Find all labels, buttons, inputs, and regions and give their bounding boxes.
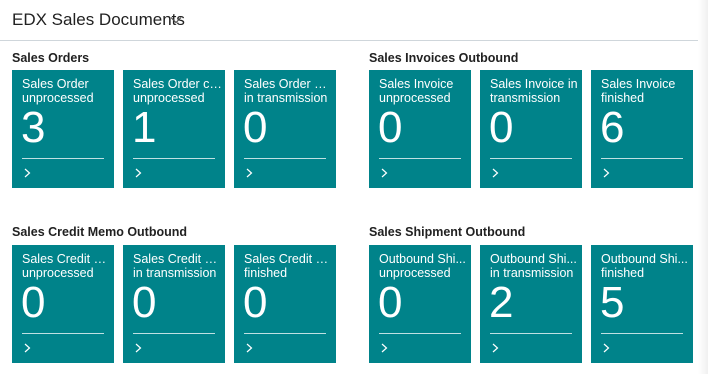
tile-outbound-shipment-unprocessed[interactable]: Outbound Shi... unprocessed 0 — [369, 245, 471, 363]
tile-outbound-shipment-in-transmission[interactable]: Outbound Shi... in transmission 2 — [480, 245, 582, 363]
tile-outbound-shipment-finished[interactable]: Outbound Shi... finished 5 — [591, 245, 693, 363]
chevron-right-icon[interactable] — [22, 166, 34, 180]
tile-label: Sales Credit M... finished — [244, 252, 334, 280]
tile-divider — [22, 333, 104, 334]
chevron-right-icon[interactable] — [601, 341, 613, 355]
chevron-right-icon[interactable] — [244, 341, 256, 355]
tile-value: 0 — [21, 278, 46, 327]
tile-divider — [133, 333, 215, 334]
tile-value: 0 — [243, 103, 268, 152]
tile-divider — [601, 333, 683, 334]
tile-label: Sales Credit M... in transmission — [133, 252, 223, 280]
tile-sales-order-change-unprocessed[interactable]: Sales Order ch... unprocessed 1 — [123, 70, 225, 188]
chevron-down-icon[interactable] — [169, 13, 183, 27]
tile-divider — [244, 333, 326, 334]
tile-sales-order-confirmation-in-transmission[interactable]: Sales Order Co... in transmission 0 — [234, 70, 336, 188]
page-header: EDX Sales Documents — [0, 0, 698, 41]
chevron-right-icon[interactable] — [133, 341, 145, 355]
group-title-sales-orders: Sales Orders — [12, 51, 90, 65]
tile-divider — [379, 158, 461, 159]
tile-sales-credit-memo-finished[interactable]: Sales Credit M... finished 0 — [234, 245, 336, 363]
tile-divider — [133, 158, 215, 159]
chevron-right-icon[interactable] — [379, 166, 391, 180]
group-title-sales-shipment-outbound: Sales Shipment Outbound — [369, 225, 526, 239]
tile-value: 0 — [243, 278, 268, 327]
tile-sales-order-unprocessed[interactable]: Sales Order unprocessed 3 — [12, 70, 114, 188]
tile-label: Sales Order ch... unprocessed — [133, 77, 223, 105]
tile-label: Sales Invoice in transmission — [490, 77, 578, 105]
tile-label: Outbound Shi... in transmission — [490, 252, 577, 280]
tile-value: 2 — [489, 278, 514, 327]
tile-divider — [244, 158, 326, 159]
chevron-right-icon[interactable] — [244, 166, 256, 180]
chevron-right-icon[interactable] — [490, 166, 502, 180]
tile-value: 1 — [132, 103, 157, 152]
tile-label: Sales Invoice unprocessed — [379, 77, 454, 105]
tile-divider — [379, 333, 461, 334]
tile-divider — [22, 158, 104, 159]
tile-label: Sales Order Co... in transmission — [244, 77, 334, 105]
tile-value: 0 — [489, 103, 514, 152]
tile-label: Sales Invoice finished — [601, 77, 676, 105]
tile-label: Sales Order unprocessed — [22, 77, 94, 105]
tile-sales-credit-memo-unprocessed[interactable]: Sales Credit M... unprocessed 0 — [12, 245, 114, 363]
tile-divider — [490, 333, 572, 334]
tile-sales-invoice-unprocessed[interactable]: Sales Invoice unprocessed 0 — [369, 70, 471, 188]
page-title[interactable]: EDX Sales Documents — [12, 10, 185, 30]
tile-divider — [601, 158, 683, 159]
tile-sales-credit-memo-in-transmission[interactable]: Sales Credit M... in transmission 0 — [123, 245, 225, 363]
tile-label: Sales Credit M... unprocessed — [22, 252, 112, 280]
tile-divider — [490, 158, 572, 159]
tile-label: Outbound Shi... unprocessed — [379, 252, 466, 280]
chevron-right-icon[interactable] — [22, 341, 34, 355]
tile-sales-invoice-in-transmission[interactable]: Sales Invoice in transmission 0 — [480, 70, 582, 188]
group-title-sales-credit-memo-outbound: Sales Credit Memo Outbound — [12, 225, 188, 239]
tile-value: 0 — [378, 103, 403, 152]
tile-label: Outbound Shi... finished — [601, 252, 688, 280]
page-edge-shadow — [698, 0, 708, 374]
tile-value: 6 — [600, 103, 625, 152]
tile-value: 0 — [132, 278, 157, 327]
tile-value: 5 — [600, 278, 625, 327]
tile-sales-invoice-finished[interactable]: Sales Invoice finished 6 — [591, 70, 693, 188]
chevron-right-icon[interactable] — [133, 166, 145, 180]
tile-value: 3 — [21, 103, 46, 152]
tile-value: 0 — [378, 278, 403, 327]
group-title-sales-invoices-outbound: Sales Invoices Outbound — [369, 51, 519, 65]
chevron-right-icon[interactable] — [601, 166, 613, 180]
chevron-right-icon[interactable] — [490, 341, 502, 355]
chevron-right-icon[interactable] — [379, 341, 391, 355]
